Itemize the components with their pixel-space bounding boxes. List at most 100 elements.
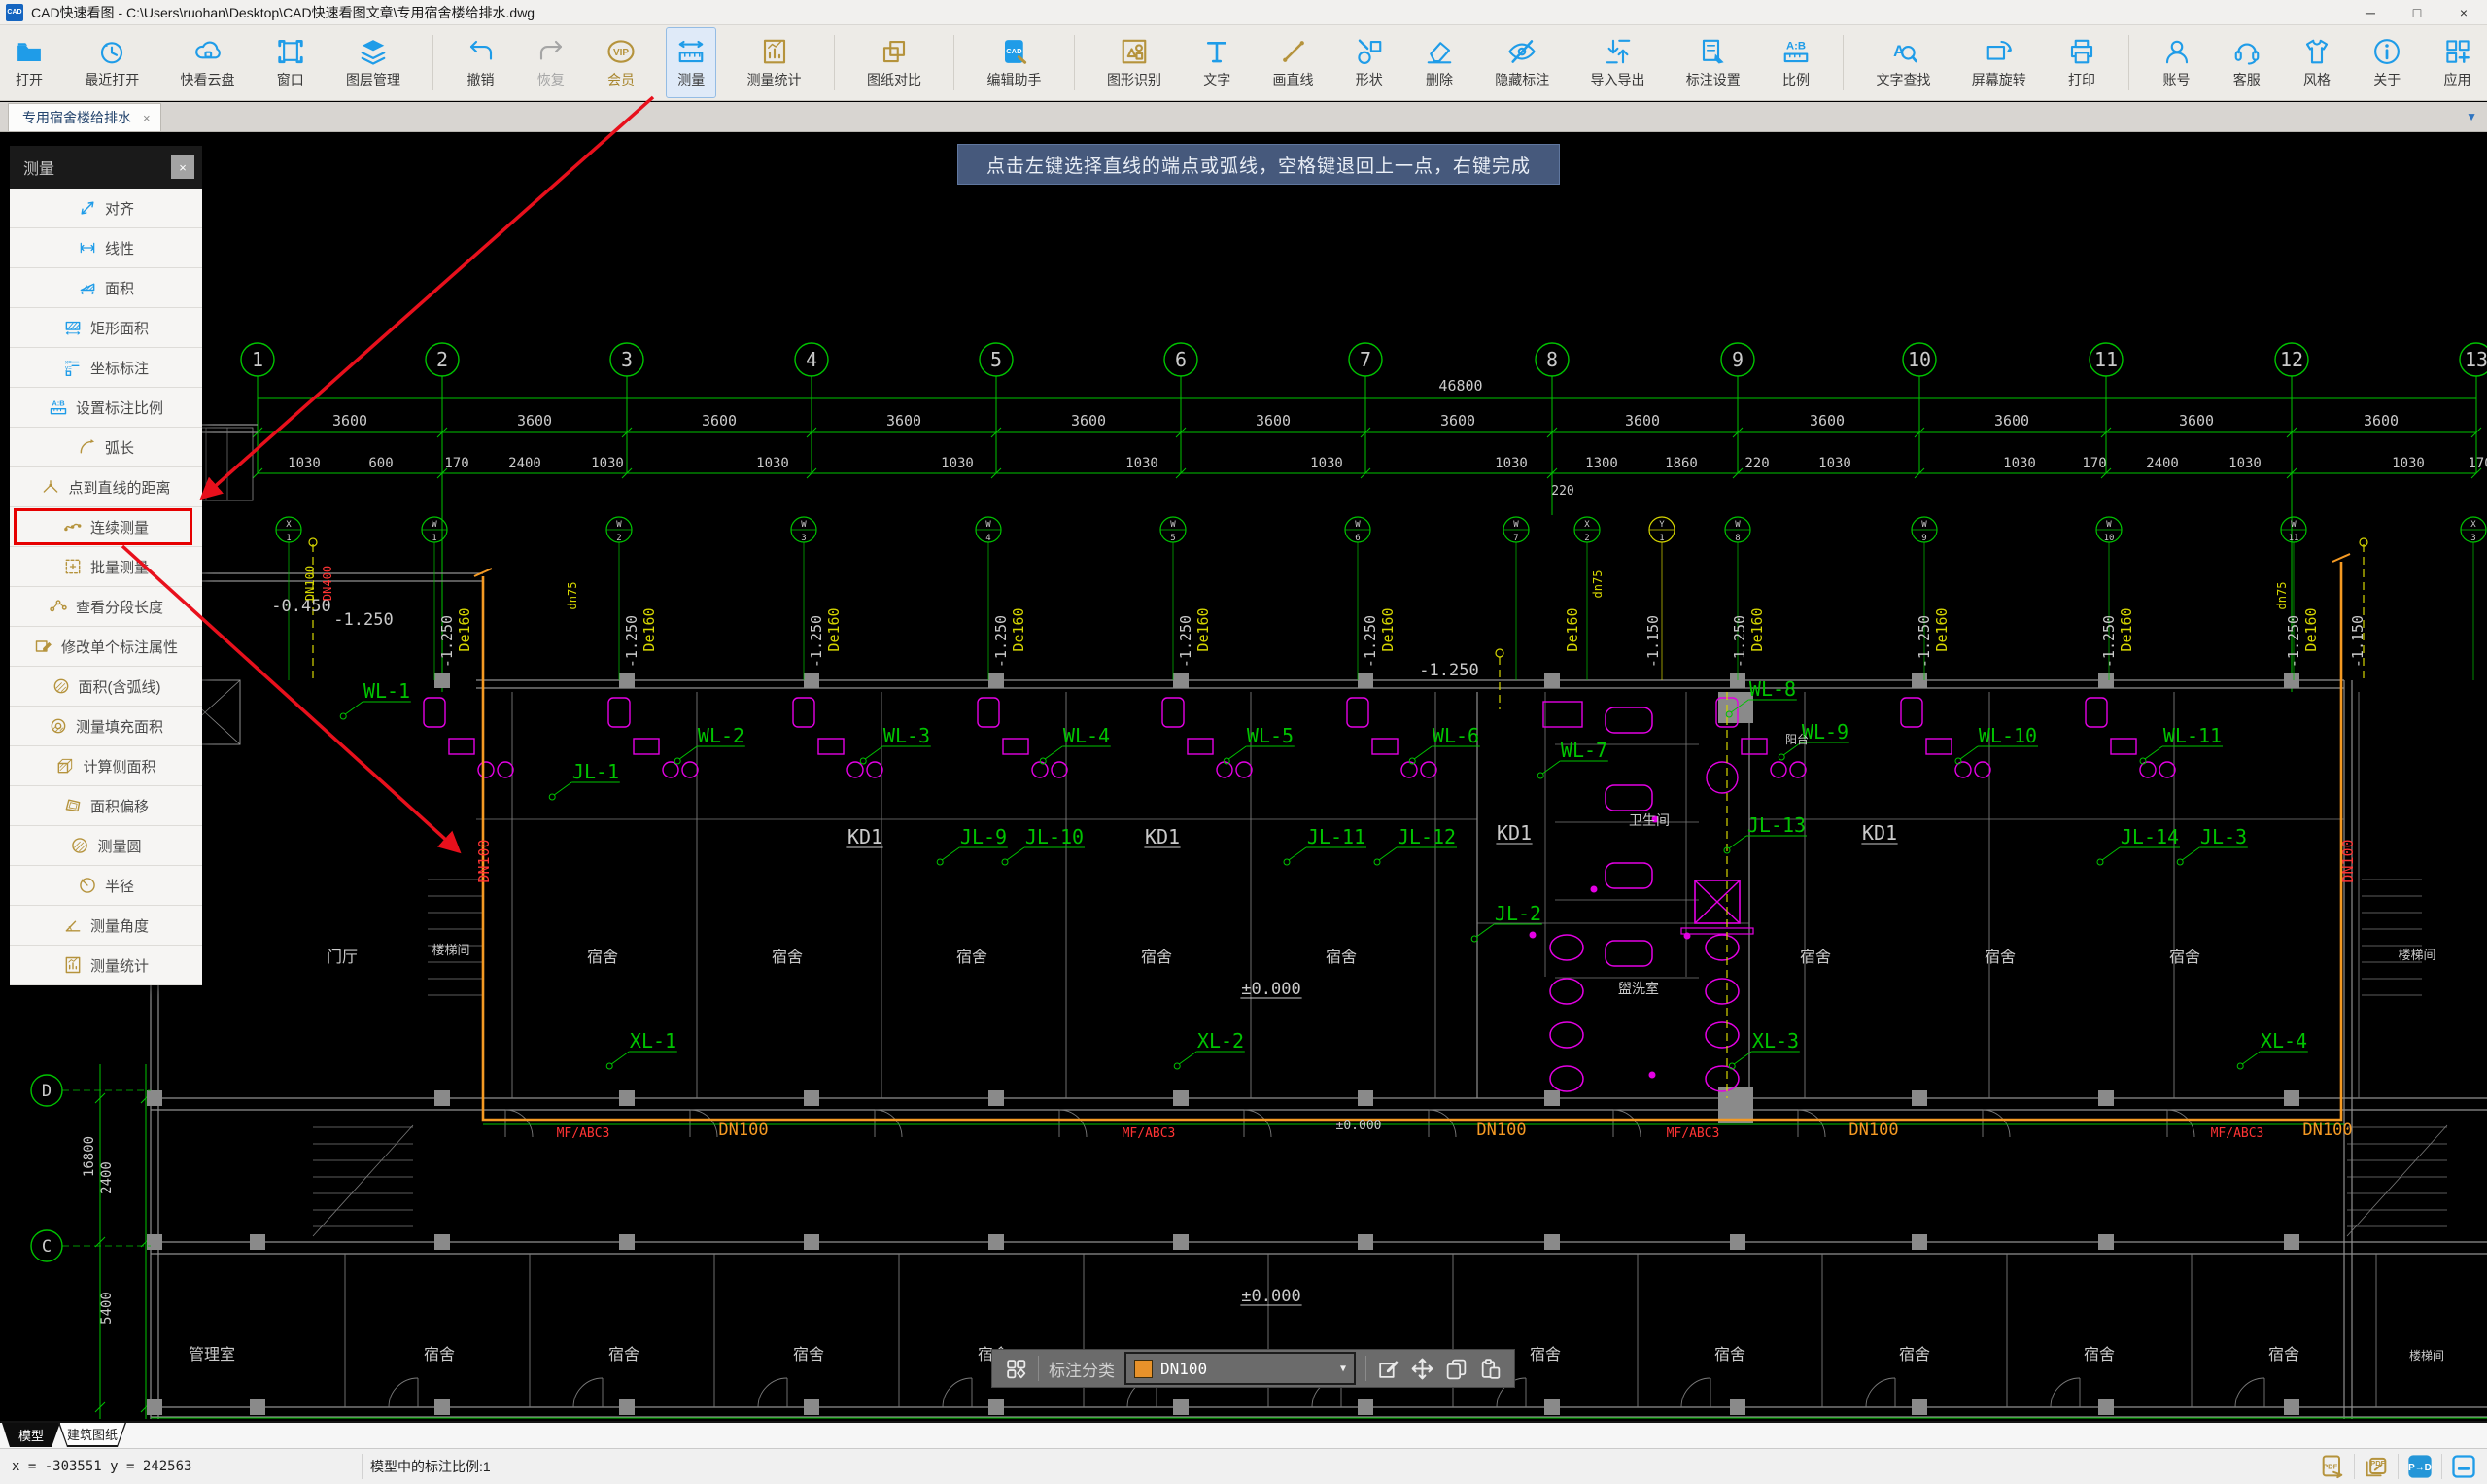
svg-text:JL-14: JL-14 (2121, 825, 2179, 848)
stats-icon (760, 37, 789, 66)
toolbar-ratio-button[interactable]: A:B 比例 (1771, 27, 1821, 98)
toolbar-hide-button[interactable]: 隐藏标注 (1484, 27, 1560, 98)
toolbar-redo-button: 恢复 (526, 27, 576, 98)
panel-item-scaleratio[interactable]: A:B 设置标注比例 (10, 388, 202, 428)
doc-tab-close-icon[interactable]: × (143, 111, 151, 125)
svg-text:宿舍: 宿舍 (1899, 1345, 1930, 1363)
toolbar-compare-button[interactable]: 图纸对比 (856, 27, 932, 98)
toolbar-layers-button[interactable]: 图层管理 (335, 27, 411, 98)
svg-text:-1.250: -1.250 (1916, 615, 1933, 668)
toolbar-text-button[interactable]: 文字 (1192, 27, 1242, 98)
panel-item-align[interactable]: 对齐 (10, 189, 202, 228)
svg-text:X: X (2470, 520, 2476, 530)
tab-model[interactable]: 模型 (2, 1423, 60, 1447)
toolbar-stats-button[interactable]: 测量统计 (737, 27, 812, 98)
panel-item-angle[interactable]: 测量角度 (10, 906, 202, 946)
panel-item-arc[interactable]: 弧长 (10, 428, 202, 467)
toolbar-editassist-button[interactable]: CAD 编辑助手 (977, 27, 1053, 98)
panel-item-circlem[interactable]: 测量圆 (10, 826, 202, 866)
panel-item-fillarea[interactable]: 测量填充面积 (10, 707, 202, 746)
toolbar-impexp-button[interactable]: 导入导出 (1580, 27, 1656, 98)
panel-item-rectarea[interactable]: 矩形面积 (10, 308, 202, 348)
panel-item-offset[interactable]: 面积偏移 (10, 786, 202, 826)
move-annotation-icon[interactable] (1410, 1357, 1434, 1381)
svg-text:11: 11 (2289, 534, 2299, 543)
toolbar-account-button[interactable]: 账号 (2152, 27, 2202, 98)
window-mode-icon[interactable] (2450, 1453, 2477, 1480)
toolbar-vip-button[interactable]: VIP 会员 (596, 27, 646, 98)
svg-text:De160: De160 (1010, 607, 1027, 651)
undo-icon (466, 37, 496, 66)
stats2-icon (63, 955, 83, 975)
toolbar-service-button[interactable]: 客服 (2222, 27, 2272, 98)
toolbar-shapes-button[interactable]: 形状 (1344, 27, 1395, 98)
svg-text:JL-3: JL-3 (2200, 825, 2247, 848)
panel-item-area[interactable]: 面积 (10, 268, 202, 308)
svg-text:1: 1 (252, 348, 263, 371)
pdf-batch-export-icon[interactable]: PDF (2363, 1453, 2390, 1480)
panel-close-icon[interactable]: × (171, 155, 194, 179)
panel-item-stats2[interactable]: 测量统计 (10, 946, 202, 985)
toolbar-find-button[interactable]: A 文字查找 (1866, 27, 1942, 98)
panel-item-segment[interactable]: 查看分段长度 (10, 587, 202, 627)
category-dropdown[interactable]: DN100 ▼ (1124, 1352, 1356, 1385)
category-grid-icon[interactable] (1004, 1357, 1028, 1381)
toolbar-recent-button[interactable]: 最近打开 (74, 27, 150, 98)
panel-item-modify[interactable]: 修改单个标注属性 (10, 627, 202, 667)
measure-panel: 测量 × 对齐 线性 面积 矩形面积 x= y= 坐标标注 A:B 设置标注比例 弧长 点到直线的距… (10, 146, 202, 985)
panel-item-radius[interactable]: 半径 (10, 866, 202, 906)
tab-list-caret-icon[interactable]: ▼ (2466, 110, 2477, 123)
svg-text:3600: 3600 (1071, 412, 1106, 430)
style-icon (2302, 37, 2332, 66)
svg-text:宿舍: 宿舍 (608, 1345, 639, 1363)
toolbar-recognize-button[interactable]: 图形识别 (1096, 27, 1172, 98)
toolbar-about-button[interactable]: 关于 (2362, 27, 2412, 98)
toolbar-folder-button[interactable]: 打开 (4, 27, 54, 98)
svg-text:±0.000: ±0.000 (1241, 1287, 1300, 1306)
panel-item-linear[interactable]: 线性 (10, 228, 202, 268)
svg-text:宿舍: 宿舍 (587, 948, 618, 966)
toolbar-undo-button[interactable]: 撤销 (456, 27, 506, 98)
toolbar-window-button[interactable]: 窗口 (265, 27, 316, 98)
toolbar-app-button[interactable]: 应用 (2433, 27, 2483, 98)
svg-text:4: 4 (985, 534, 990, 543)
panel-item-sidearea[interactable]: 计算侧面积 (10, 746, 202, 786)
panel-item-areaarc[interactable]: 面积(含弧线) (10, 667, 202, 707)
toolbar-measure-button[interactable]: 测量 (666, 27, 717, 98)
edit-annotation-icon[interactable] (1376, 1357, 1400, 1381)
toolbar-style-button[interactable]: 风格 (2292, 27, 2342, 98)
svg-text:CAD: CAD (1006, 46, 1022, 54)
panel-item-pointline[interactable]: 点到直线的距离 (10, 467, 202, 507)
svg-text:De160: De160 (1564, 607, 1581, 651)
svg-text:XL-4: XL-4 (2261, 1029, 2307, 1053)
toolbar-label: 文字查找 (1876, 71, 1931, 87)
panel-item-continuous[interactable]: 连续测量 (10, 507, 202, 547)
toolbar-print-button[interactable]: 打印 (2056, 27, 2107, 98)
pdf-export-icon[interactable]: PDF (2319, 1453, 2346, 1480)
hide-icon (1507, 37, 1537, 66)
doc-tab[interactable]: 专用宿舍楼给排水 × (8, 103, 161, 131)
copy-annotation-icon[interactable] (1444, 1357, 1468, 1381)
svg-text:8: 8 (1546, 348, 1558, 371)
pdf-to-dwg-icon[interactable]: P→D (2406, 1453, 2434, 1480)
panel-item-batch[interactable]: 批量测量 (10, 547, 202, 587)
toolbar-eraser-button[interactable]: 删除 (1414, 27, 1465, 98)
paste-annotation-icon[interactable] (1478, 1357, 1503, 1381)
close-button[interactable]: × (2440, 0, 2487, 25)
svg-text:13: 13 (2465, 348, 2487, 371)
svg-text:±0.000: ±0.000 (1241, 980, 1300, 999)
svg-text:2400: 2400 (508, 456, 541, 471)
toolbar-separator (953, 35, 955, 90)
minimize-button[interactable]: ─ (2347, 0, 2394, 25)
cad-canvas[interactable]: X1W1W2W3W4W5W6W7X2Y1W8W9W10W11X31 2 3 4 5 6 7 8… (0, 132, 2487, 1421)
panel-item-coord[interactable]: x= y= 坐标标注 (10, 348, 202, 388)
maximize-button[interactable]: □ (2394, 0, 2440, 25)
svg-text:46800: 46800 (1438, 377, 1482, 395)
svg-text:W: W (1513, 520, 1519, 530)
dropdown-caret-icon[interactable]: ▼ (1340, 1363, 1346, 1374)
toolbar-settings-button[interactable]: 标注设置 (1675, 27, 1751, 98)
tab-arch-drawing[interactable]: 建筑图纸 (60, 1423, 125, 1445)
toolbar-cloud-button[interactable]: 快看云盘 (170, 27, 246, 98)
toolbar-rotate-button[interactable]: 屏幕旋转 (1961, 27, 2037, 98)
toolbar-line-button[interactable]: 画直线 (1262, 27, 1325, 98)
